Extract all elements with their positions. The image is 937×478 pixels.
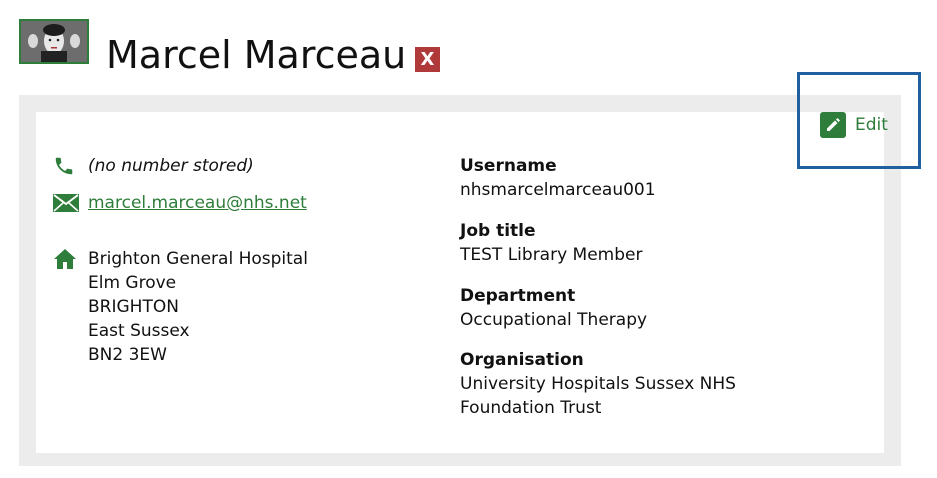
address-line: BN2 3EW xyxy=(88,345,167,365)
department-label: Department xyxy=(460,286,576,306)
remove-button[interactable]: X xyxy=(415,47,440,72)
username-value: nhsmarcelmarceau001 xyxy=(460,180,656,200)
address-row: Brighton General Hospital Elm Grove BRIG… xyxy=(53,247,308,367)
address-line: BRIGHTON xyxy=(88,297,179,317)
phone-row: (no number stored) xyxy=(53,154,254,178)
address-line: Brighton General Hospital xyxy=(88,249,308,269)
username-label: Username xyxy=(460,156,557,176)
profile-page: Marcel Marceau X Edit (no number stored) xyxy=(0,0,937,478)
username-section: Username nhsmarcelmarceau001 xyxy=(460,154,840,202)
job-title-section: Job title TEST Library Member xyxy=(460,219,840,267)
address-line: East Sussex xyxy=(88,321,190,341)
job-title-label: Job title xyxy=(460,221,536,241)
home-icon xyxy=(53,247,79,271)
organisation-label: Organisation xyxy=(460,350,584,370)
edit-button[interactable]: Edit xyxy=(820,112,888,138)
organisation-value: University Hospitals Sussex NHS Foundati… xyxy=(460,374,736,418)
avatar xyxy=(19,19,89,64)
address-line: Elm Grove xyxy=(88,273,177,293)
edit-label: Edit xyxy=(855,115,888,135)
envelope-icon xyxy=(53,191,79,215)
department-section: Department Occupational Therapy xyxy=(460,284,840,332)
phone-value: (no number stored) xyxy=(88,156,254,176)
address-block: Brighton General Hospital Elm Grove BRIG… xyxy=(88,247,308,367)
job-title-value: TEST Library Member xyxy=(460,245,643,265)
phone-icon xyxy=(53,154,79,178)
department-value: Occupational Therapy xyxy=(460,310,648,330)
email-row: marcel.marceau@nhs.net xyxy=(53,191,307,215)
email-link[interactable]: marcel.marceau@nhs.net xyxy=(88,191,307,215)
profile-name: Marcel Marceau xyxy=(106,33,407,77)
pencil-icon xyxy=(820,112,846,138)
organisation-section: Organisation University Hospitals Sussex… xyxy=(460,348,820,420)
